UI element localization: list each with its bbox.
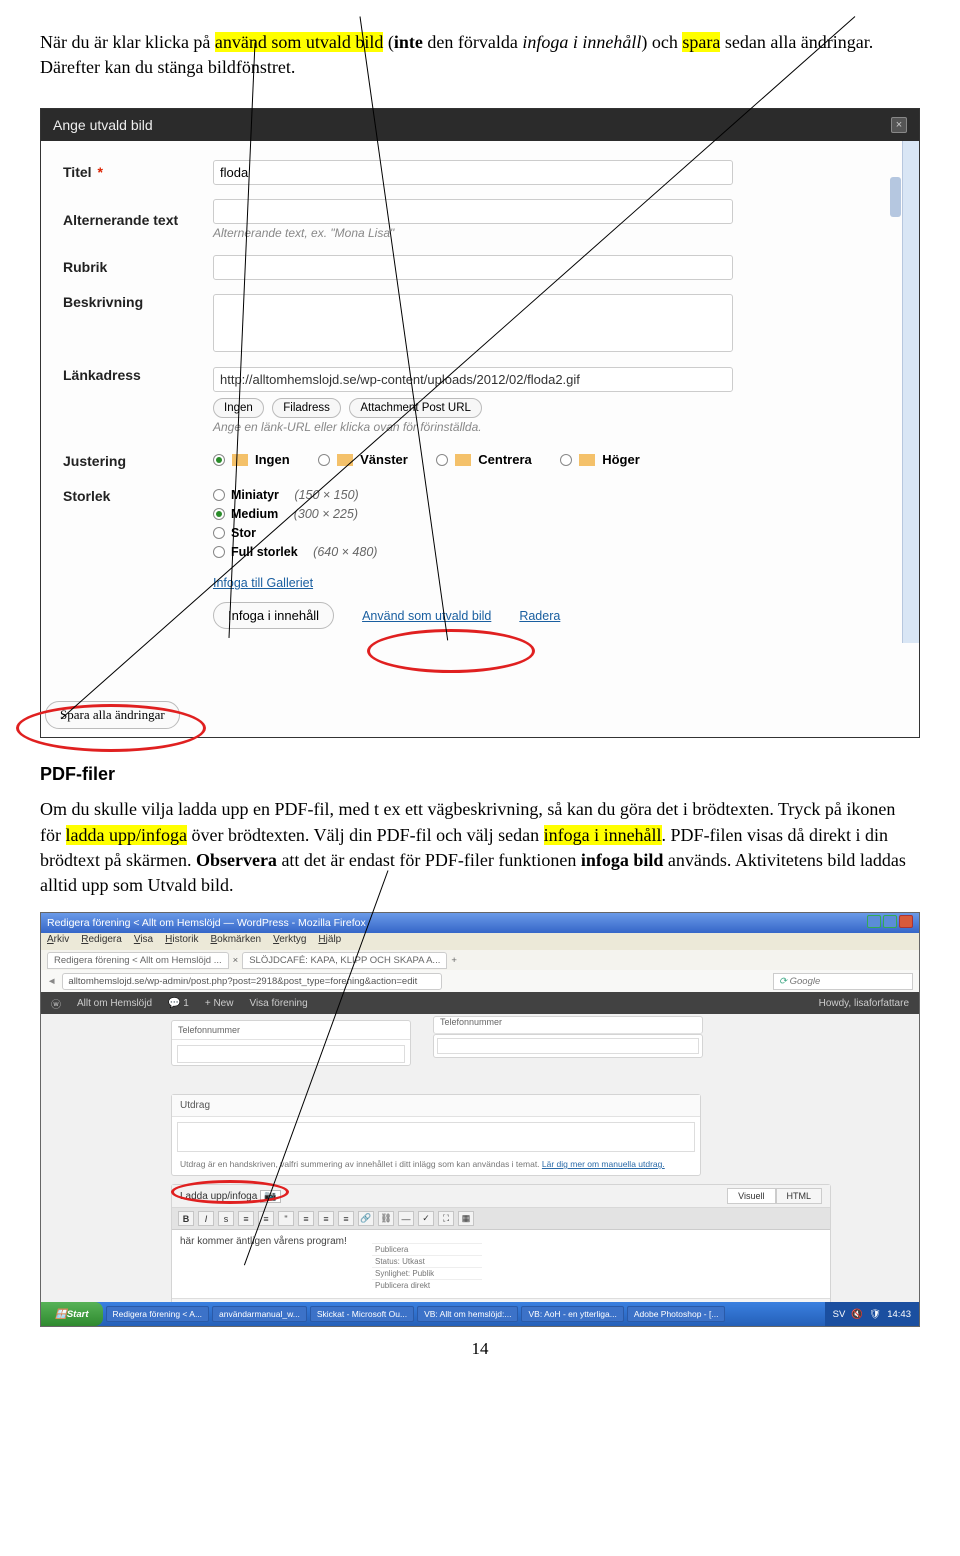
align-none-radio[interactable]: Ingen [213, 452, 290, 467]
caption-input[interactable] [213, 255, 733, 280]
link-url-input[interactable]: http://alltomhemslojd.se/wp-content/uplo… [213, 367, 733, 392]
save-all-button[interactable]: Spara alla ändringar [45, 701, 180, 729]
tray-icon[interactable]: 🔇 [851, 1309, 863, 1320]
align-right-radio[interactable]: Höger [560, 452, 640, 467]
task-item[interactable]: VB: Allt om hemslöjd:... [417, 1306, 518, 1322]
link-label: Länkadress [63, 367, 213, 383]
window-title: Redigera förening < Allt om Hemslöjd — W… [47, 917, 366, 929]
task-item[interactable]: användarmanual_w... [212, 1306, 307, 1322]
upload-insert-icon[interactable]: 📷 [260, 1190, 280, 1203]
editor-toolbar[interactable]: BIs ≡≡ " ≡≡≡ 🔗⛓ —✓⛶▦ [172, 1208, 830, 1230]
excerpt-help-link[interactable]: Lär dig mer om manuella utdrag. [542, 1159, 665, 1169]
page-number: 14 [40, 1339, 920, 1359]
start-button[interactable]: 🪟 Start [41, 1302, 103, 1326]
tab-html[interactable]: HTML [776, 1188, 823, 1204]
intro-paragraph: När du är klar klicka på använd som utva… [40, 30, 920, 80]
phone-label-2: Telefonnummer [434, 1014, 508, 1030]
description-textarea[interactable] [213, 294, 733, 352]
task-item[interactable]: Skickat - Microsoft Ou... [310, 1306, 414, 1322]
admin-site-name[interactable]: Allt om Hemslöjd [77, 998, 152, 1009]
alt-label: Alternerande text [63, 212, 213, 228]
alignment-label: Justering [63, 453, 213, 469]
delete-link[interactable]: Radera [519, 609, 560, 623]
phone-input-2[interactable] [437, 1038, 699, 1054]
phone-input-1[interactable] [177, 1045, 405, 1063]
align-left-radio[interactable]: Vänster [318, 452, 408, 467]
link-none-button[interactable]: Ingen [213, 398, 264, 418]
wp-logo-icon[interactable]: ⓦ [51, 996, 61, 1011]
back-icon[interactable]: ◄ [47, 976, 56, 987]
size-thumbnail-radio[interactable]: Miniatyr (150 × 150) [213, 488, 903, 502]
browser-screenshot: Redigera förening < Allt om Hemslöjd — W… [40, 912, 920, 1327]
admin-comments[interactable]: 💬 1 [168, 998, 189, 1009]
address-bar[interactable]: alltomhemslojd.se/wp-admin/post.php?post… [62, 973, 442, 990]
window-buttons[interactable] [865, 915, 913, 931]
link-file-button[interactable]: Filadress [272, 398, 341, 418]
search-box[interactable]: ⟳ Google [773, 973, 913, 990]
editor-content[interactable]: här kommer äntligen vårens program! [172, 1230, 830, 1253]
use-as-featured-link[interactable]: Använd som utvald bild [362, 609, 491, 623]
tab-visual[interactable]: Visuell [727, 1188, 775, 1204]
media-dialog-screenshot: Ange utvald bild × Titel* Alternerande t… [40, 108, 920, 738]
dialog-title: Ange utvald bild [53, 117, 153, 133]
link-attachment-button[interactable]: Attachment Post URL [349, 398, 482, 418]
excerpt-help: Utdrag är en handskriven, valfri summeri… [172, 1157, 700, 1175]
task-item[interactable]: Redigera förening < A... [106, 1306, 210, 1322]
phone-label-1: Telefonnummer [172, 1021, 410, 1040]
alt-input[interactable] [213, 199, 733, 224]
clock: 14:43 [887, 1309, 911, 1320]
pdf-paragraph: Om du skulle vilja ladda upp en PDF-fil,… [40, 797, 920, 898]
section-heading-pdf: PDF-filer [40, 764, 920, 785]
insert-button[interactable]: Infoga i innehåll [213, 602, 334, 629]
scrollbar[interactable] [890, 177, 901, 217]
title-input[interactable] [213, 160, 733, 185]
upload-insert-label: Ladda upp/infoga [180, 1191, 257, 1202]
close-icon[interactable]: × [891, 117, 907, 133]
browser-menubar[interactable]: ArkivRedigeraVisaHistorikBokmärkenVerkty… [41, 933, 919, 950]
size-medium-radio[interactable]: Medium (300 × 225) [213, 507, 903, 521]
description-label: Beskrivning [63, 294, 213, 310]
title-label: Titel [63, 164, 92, 180]
gallery-link[interactable]: Infoga till Galleriet [213, 576, 313, 590]
admin-view[interactable]: Visa förening [249, 998, 307, 1009]
alt-placeholder: Alternerande text, ex. "Mona Lisa" [213, 226, 903, 240]
align-center-radio[interactable]: Centrera [436, 452, 531, 467]
task-item[interactable]: VB: AoH - en ytterliga... [521, 1306, 623, 1322]
admin-howdy[interactable]: Howdy, lisaforfattare [819, 998, 909, 1009]
lang-indicator[interactable]: SV [833, 1309, 846, 1320]
link-help-text: Ange en länk-URL eller klicka ovan för f… [213, 420, 903, 434]
caption-label: Rubrik [63, 259, 213, 275]
excerpt-label: Utdrag [172, 1095, 700, 1117]
admin-new[interactable]: + New [205, 998, 234, 1009]
size-full-radio[interactable]: Full storlek (640 × 480) [213, 545, 903, 559]
browser-tabs[interactable]: Redigera förening < Allt om Hemslöjd ...… [41, 950, 919, 970]
excerpt-textarea[interactable] [177, 1122, 695, 1152]
size-large-radio[interactable]: Stor [213, 526, 903, 540]
task-item[interactable]: Adobe Photoshop - [... [627, 1306, 726, 1322]
tray-icon[interactable]: 🛡 [869, 1309, 881, 1320]
size-label: Storlek [63, 488, 213, 504]
